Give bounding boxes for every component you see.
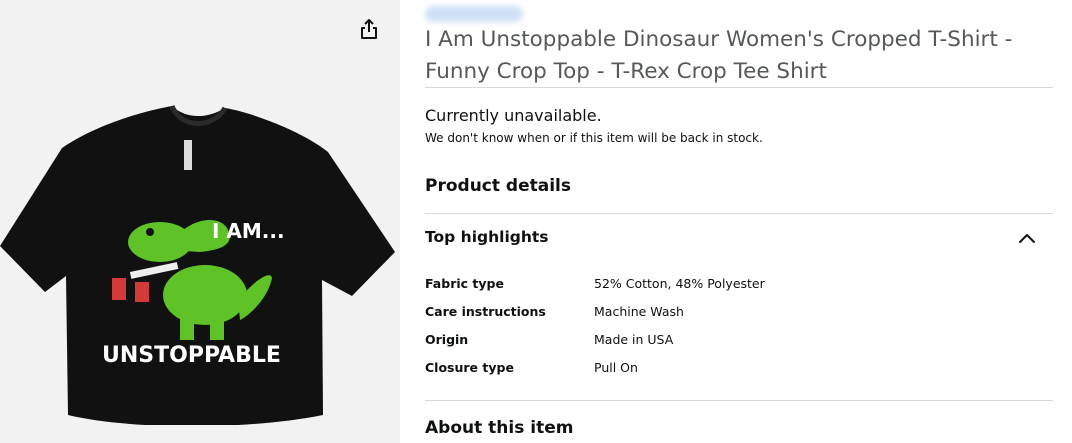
image-text-bottom: UNSTOPPABLE — [102, 343, 281, 368]
details-key: Fabric type — [425, 276, 504, 291]
product-title: I Am Unstoppable Dinosaur Women's Croppe… — [425, 27, 1013, 84]
details-row: Origin Made in USA — [425, 326, 1053, 354]
chevron-up-icon[interactable] — [1017, 231, 1037, 245]
product-details-heading: Product details — [425, 176, 571, 196]
details-value: Made in USA — [594, 332, 674, 347]
image-text-top: I AM... — [212, 219, 285, 243]
top-highlights-heading: Top highlights — [425, 228, 549, 246]
divider — [425, 400, 1053, 401]
share-button[interactable] — [354, 14, 384, 44]
availability-detail: We don't know when or if this item will … — [425, 131, 763, 145]
details-row: Closure type Pull On — [425, 354, 1053, 382]
product-image[interactable]: I AM... UNSTOPPABLE — [0, 100, 400, 425]
divider — [425, 87, 1053, 88]
availability-status: Currently unavailable. — [425, 106, 602, 125]
details-row: Fabric type 52% Cotton, 48% Polyester — [425, 270, 1053, 298]
details-table: Fabric type 52% Cotton, 48% Polyester Ca… — [425, 270, 1053, 382]
details-value: 52% Cotton, 48% Polyester — [594, 276, 765, 291]
divider — [425, 213, 1053, 214]
product-image-panel: I AM... UNSTOPPABLE — [0, 0, 400, 443]
details-value: Pull On — [594, 360, 638, 375]
details-key: Origin — [425, 332, 469, 347]
share-icon — [361, 19, 377, 39]
brand-link[interactable] — [425, 6, 523, 22]
details-key: Care instructions — [425, 304, 546, 319]
top-highlights-toggle[interactable]: Top highlights — [425, 224, 1053, 254]
about-item-heading: About this item — [425, 418, 574, 438]
details-key: Closure type — [425, 360, 514, 375]
details-row: Care instructions Machine Wash — [425, 298, 1053, 326]
details-value: Machine Wash — [594, 304, 684, 319]
